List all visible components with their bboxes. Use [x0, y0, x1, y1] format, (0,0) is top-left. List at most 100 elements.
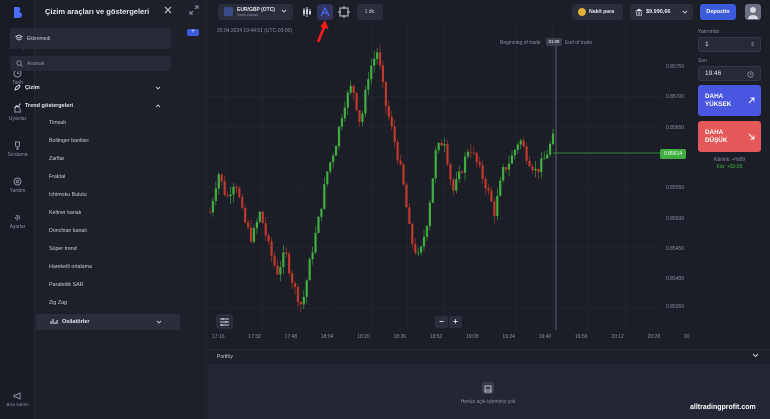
candle-body: [534, 168, 537, 171]
chart-area[interactable]: [208, 0, 699, 345]
candle-body: [484, 178, 487, 189]
drawing-tools-icon: [320, 6, 330, 17]
indicator-item[interactable]: Bollinger bantları: [49, 138, 89, 144]
rail-item-settings[interactable]: Ayarlar: [0, 213, 35, 230]
rail-item-help[interactable]: Yardım: [0, 177, 35, 194]
indicator-item[interactable]: Donchian kanalı: [49, 228, 87, 234]
candle-body: [461, 171, 464, 173]
help-icon: [13, 177, 22, 186]
avatar[interactable]: [745, 4, 761, 20]
indicator-item[interactable]: Hareketli ortalama: [49, 264, 92, 270]
amount-input[interactable]: 1 $: [698, 37, 761, 52]
portfolio-header[interactable]: Portföy: [208, 349, 770, 363]
chevron-down-icon[interactable]: [752, 353, 759, 358]
candle-body: [261, 211, 264, 224]
section-drawing[interactable]: Çizim: [10, 81, 171, 95]
favorites-label: Eklenmedi: [27, 36, 51, 42]
coin-icon: [578, 8, 586, 16]
lower-button[interactable]: DAHA DÜŞÜK: [698, 121, 761, 152]
candle-body: [334, 146, 338, 156]
profitability-text: Kârlılık: +%89: [714, 157, 745, 163]
beginning-of-trade-label: Beginning of trade: [500, 40, 541, 46]
candle-body: [396, 142, 399, 161]
candle-body: [238, 188, 241, 198]
deposit-button[interactable]: Depozito: [700, 4, 736, 20]
candle-body: [399, 160, 402, 165]
candle-body: [247, 222, 250, 228]
candle-body: [255, 221, 259, 229]
expiry-input[interactable]: 19:46: [698, 66, 761, 81]
candle-body: [229, 194, 232, 197]
section-trend[interactable]: Trend göstergeleri: [10, 99, 171, 113]
candle-body: [499, 180, 502, 196]
portfolio-title: Portföy: [217, 354, 233, 360]
chart-settings-button[interactable]: [216, 314, 233, 329]
section-oscillators-label: Osilatörler: [62, 319, 90, 325]
asset-selector[interactable]: EUR/GBP (OTC) Sabit zaman: [218, 4, 293, 20]
asset-type: Sabit zaman: [237, 13, 259, 17]
indicator-item[interactable]: Keltner kanalı: [49, 210, 81, 216]
indicator-item[interactable]: Fraktal: [49, 174, 65, 180]
rail-label: Ayarlar: [9, 224, 26, 230]
candle-body: [463, 156, 467, 173]
candle-body: [358, 110, 361, 122]
indicator-item[interactable]: Timsah: [49, 120, 66, 126]
indicator-item[interactable]: Süper trend: [49, 246, 77, 252]
section-oscillators[interactable]: Osilatörler: [36, 314, 180, 330]
candle-body: [525, 146, 528, 161]
candle-body: [217, 174, 220, 189]
candle-body: [425, 226, 429, 237]
trophy-icon: [15, 141, 20, 150]
candle-body: [364, 89, 367, 114]
rail-item-ranking[interactable]: Sıralama: [0, 141, 35, 158]
close-icon[interactable]: [163, 5, 173, 15]
price-chart[interactable]: [208, 0, 699, 345]
join-us-link[interactable]: Bize katılın: [0, 392, 35, 407]
candle-body: [443, 144, 446, 146]
candle-body: [446, 144, 449, 165]
candle-body: [390, 116, 393, 127]
candle-body: [402, 164, 405, 185]
candle-body: [323, 184, 326, 209]
timeframe-selector[interactable]: 1 dk.: [357, 4, 383, 20]
candle-body: [411, 223, 414, 245]
zoom-in-button[interactable]: +: [449, 316, 462, 328]
search-icon: [16, 60, 23, 67]
add-button[interactable]: +: [187, 29, 199, 36]
chevron-down-icon: [155, 86, 161, 90]
candle-body: [317, 216, 320, 233]
expand-icon[interactable]: [189, 5, 199, 15]
candle-body: [384, 81, 387, 107]
indicator-item[interactable]: Zarflar: [49, 156, 64, 162]
search-input[interactable]: Aramak: [10, 56, 171, 71]
app: Portföy Tarih Uyarılar Sıralama Yardım A…: [0, 0, 770, 419]
price-tick: 0.85750: [666, 64, 685, 70]
time-tick: 19:40: [538, 334, 552, 340]
balance-value: $9.990,66: [646, 9, 671, 15]
candle-body: [337, 126, 341, 147]
chevron-down-icon: [682, 10, 688, 14]
indicator-item[interactable]: Parabolik SAR: [49, 282, 83, 288]
zoom-out-button[interactable]: −: [435, 316, 448, 328]
drawing-tools-button[interactable]: [317, 4, 333, 20]
candle-body: [352, 85, 355, 93]
indicator-item[interactable]: Ichimoku Bulutu: [49, 192, 87, 198]
time-tick: 20:28: [647, 334, 661, 340]
price-tick: 0.85700: [666, 94, 685, 100]
amount-label: Yatırımlar: [698, 29, 720, 35]
higher-button[interactable]: DAHA YÜKSEK: [698, 85, 761, 116]
balance-selector[interactable]: $9.990,66: [630, 4, 693, 20]
cash-button[interactable]: Nakit para: [572, 4, 623, 20]
portfolio-empty-text: Henüz açık işleminiz yok: [460, 399, 516, 405]
indicator-item[interactable]: Zig Zag: [49, 300, 67, 306]
candle-body: [528, 160, 531, 167]
candle-body: [387, 106, 390, 117]
candle-body: [367, 79, 370, 90]
candle-body: [452, 179, 455, 191]
candle-body: [419, 246, 423, 253]
candle-body: [241, 197, 244, 208]
chart-type-button[interactable]: [299, 4, 315, 20]
panel-title: Çizim araçları ve göstergeleri: [45, 7, 150, 16]
settings-chart-button[interactable]: [336, 4, 352, 20]
candle-body: [235, 186, 238, 189]
